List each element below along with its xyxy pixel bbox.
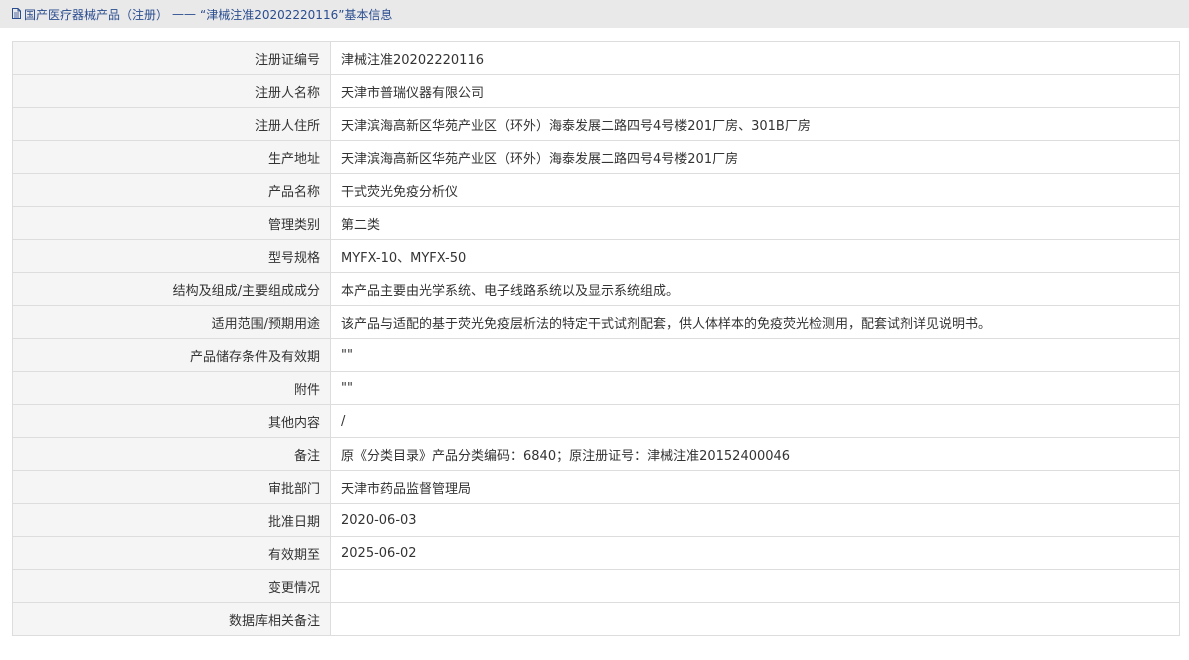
table-row: 数据库相关备注	[12, 602, 1180, 636]
detail-table-body: 注册证编号 津械注准20202220116 注册人名称 天津市普瑞仪器有限公司 注册人住…	[12, 41, 1180, 636]
table-row: 变更情况	[12, 569, 1180, 603]
field-label: 备注	[12, 437, 331, 471]
field-label: 其他内容	[12, 404, 331, 438]
table-row: 审批部门 天津市药品监督管理局	[12, 470, 1180, 504]
field-label: 注册人住所	[12, 107, 331, 141]
table-row: 生产地址 天津滨海高新区华苑产业区（环外）海泰发展二路四号4号楼201厂房	[12, 140, 1180, 174]
field-value: 2025-06-02	[330, 536, 1180, 570]
table-row: 适用范围/预期用途 该产品与适配的基于荧光免疫层析法的特定干式试剂配套，供人体样本…	[12, 305, 1180, 339]
detail-panel: 注册证编号 津械注准20202220116 注册人名称 天津市普瑞仪器有限公司 注册人住…	[12, 41, 1180, 636]
document-icon	[12, 7, 21, 19]
field-value: 干式荧光免疫分析仪	[330, 173, 1180, 207]
table-row: 其他内容 /	[12, 404, 1180, 438]
field-value: 原《分类目录》产品分类编码：6840；原注册证号：津械注准20152400046	[330, 437, 1180, 471]
table-row: 型号规格 MYFX-10、MYFX-50	[12, 239, 1180, 273]
field-value: /	[330, 404, 1180, 438]
table-row: 有效期至 2025-06-02	[12, 536, 1180, 570]
detail-table: 注册证编号 津械注准20202220116 注册人名称 天津市普瑞仪器有限公司 注册人住…	[12, 41, 1180, 636]
field-label: 注册证编号	[12, 41, 331, 75]
table-row: 附件 ""	[12, 371, 1180, 405]
table-row: 管理类别 第二类	[12, 206, 1180, 240]
field-value: 天津滨海高新区华苑产业区（环外）海泰发展二路四号4号楼201厂房、301B厂房	[330, 107, 1180, 141]
field-label: 批准日期	[12, 503, 331, 537]
breadcrumb-separator: ——	[172, 7, 197, 21]
field-label: 管理类别	[12, 206, 331, 240]
field-value: 天津市普瑞仪器有限公司	[330, 74, 1180, 108]
breadcrumb-bar: 国产医疗器械产品（注册） —— “津械注准20202220116”基本信息	[0, 0, 1189, 28]
field-label: 型号规格	[12, 239, 331, 273]
table-row: 结构及组成/主要组成成分 本产品主要由光学系统、电子线路系统以及显示系统组成。	[12, 272, 1180, 306]
field-value: ""	[330, 371, 1180, 405]
field-label: 变更情况	[12, 569, 331, 603]
field-label: 适用范围/预期用途	[12, 305, 331, 339]
field-value: MYFX-10、MYFX-50	[330, 239, 1180, 273]
field-value: ""	[330, 338, 1180, 372]
field-value: 本产品主要由光学系统、电子线路系统以及显示系统组成。	[330, 272, 1180, 306]
field-label: 产品储存条件及有效期	[12, 338, 331, 372]
table-row: 注册人住所 天津滨海高新区华苑产业区（环外）海泰发展二路四号4号楼201厂房、30…	[12, 107, 1180, 141]
field-value: 2020-06-03	[330, 503, 1180, 537]
field-label: 结构及组成/主要组成成分	[12, 272, 331, 306]
table-row: 注册人名称 天津市普瑞仪器有限公司	[12, 74, 1180, 108]
breadcrumb-category-link[interactable]: 国产医疗器械产品（注册）	[24, 6, 168, 23]
field-label: 审批部门	[12, 470, 331, 504]
field-label: 有效期至	[12, 536, 331, 570]
table-row: 注册证编号 津械注准20202220116	[12, 41, 1180, 75]
field-value: 天津滨海高新区华苑产业区（环外）海泰发展二路四号4号楼201厂房	[330, 140, 1180, 174]
field-value: 第二类	[330, 206, 1180, 240]
table-row: 批准日期 2020-06-03	[12, 503, 1180, 537]
table-row: 产品储存条件及有效期 ""	[12, 338, 1180, 372]
table-row: 备注 原《分类目录》产品分类编码：6840；原注册证号：津械注准201524000…	[12, 437, 1180, 471]
field-label: 附件	[12, 371, 331, 405]
breadcrumb-current: “津械注准20202220116”基本信息	[200, 7, 393, 22]
field-value: 津械注准20202220116	[330, 41, 1180, 75]
field-value: 天津市药品监督管理局	[330, 470, 1180, 504]
field-value: 该产品与适配的基于荧光免疫层析法的特定干式试剂配套，供人体样本的免疫荧光检测用，…	[330, 305, 1180, 339]
table-row: 产品名称 干式荧光免疫分析仪	[12, 173, 1180, 207]
field-label: 注册人名称	[12, 74, 331, 108]
field-label: 产品名称	[12, 173, 331, 207]
field-value	[330, 602, 1180, 636]
field-label: 生产地址	[12, 140, 331, 174]
field-value	[330, 569, 1180, 603]
field-label: 数据库相关备注	[12, 602, 331, 636]
